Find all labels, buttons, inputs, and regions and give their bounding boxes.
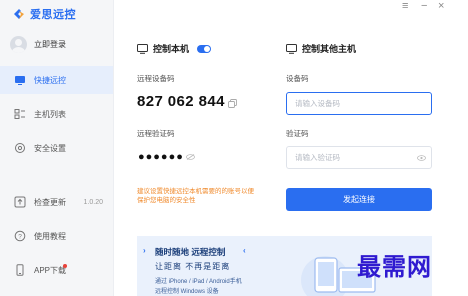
device-code-label: 远程设备码 [137,74,175,83]
sidebar-item-label: APP下载 [34,265,67,275]
watermark-text: 最需网 [357,252,432,281]
monitor-icon [286,43,297,54]
svg-text:?: ? [18,233,22,240]
list-icon [14,109,25,119]
control-local-header: 控制本机 [137,42,212,55]
banner-title: 随时随地 远程控制 [155,247,226,257]
sidebar-item-label: 主机列表 [34,109,66,119]
sidebar-item-label: 安全设置 [34,143,66,153]
help-icon: ? [14,230,26,242]
shield-settings-icon [15,143,25,153]
menu-button[interactable]: ≡ [402,0,408,12]
phone-icon [16,264,24,276]
close-button[interactable]: × [438,0,444,12]
security-hint: 建议设置快捷远控本机需要的的账号以便保护您电脑的安全性 [137,188,254,204]
sidebar-item-check-update[interactable]: 检查更新 1.0.20 [0,188,113,216]
sidebar-item-app-download[interactable]: APP下载 [0,256,113,284]
control-local-title: 控制本机 [153,44,190,54]
sidebar-item-label: 快捷远控 [34,75,66,85]
app-logo-icon [14,9,24,19]
device-code-value: 827 062 844 [137,93,225,110]
verify-code-label: 远程验证码 [137,129,175,138]
connect-button[interactable]: 发起连接 [286,188,432,211]
minimize-button[interactable]: − [421,0,427,12]
device-code-input[interactable] [286,92,432,115]
login-label: 立即登录 [34,40,66,49]
control-local-toggle[interactable] [197,44,212,53]
sidebar-item-label: 使用教程 [34,231,66,241]
sidebar-item-quick-remote[interactable]: 快捷远控 [0,66,113,94]
copy-icon[interactable] [228,99,237,108]
banner-line-2: 远程控制 Windows 设备 [155,289,219,295]
device-input-label: 设备码 [286,74,309,83]
sidebar-item-tutorial[interactable]: ? 使用教程 [0,222,113,250]
verify-code-value: ●●●●●● [138,151,184,163]
version-text: 1.0.20 [83,198,103,206]
avatar [10,36,27,53]
verify-code-input[interactable] [286,146,432,169]
chevron-right-icon: › [143,246,146,255]
chevron-left-icon: ‹ [243,246,246,255]
sidebar-item-host-list[interactable]: 主机列表 [0,100,113,128]
monitor-icon [15,76,25,85]
sidebar-item-label: 检查更新 [34,197,66,207]
app-window: 爱思远控 立即登录 快捷远控 主机列表 安全设置 检查更新 1.0.20 ? 使… [0,0,468,296]
control-other-title: 控制其他主机 [302,44,357,54]
sidebar-item-security[interactable]: 安全设置 [0,134,113,162]
verify-input-label: 验证码 [286,129,309,138]
banner-line-1: 通过 iPhone / iPad / Android手机 [155,279,242,285]
login-button[interactable]: 立即登录 [10,36,66,53]
sidebar: 爱思远控 立即登录 快捷远控 主机列表 安全设置 检查更新 1.0.20 ? 使… [0,0,114,296]
brand: 爱思远控 [12,6,76,22]
control-other-header: 控制其他主机 [286,42,356,55]
upload-icon [14,196,26,208]
eye-hidden-icon[interactable] [186,154,195,160]
monitor-icon [137,43,148,54]
eye-icon[interactable] [417,155,426,161]
banner-subtitle: 让距离 不再是距离 [155,262,231,271]
brand-name: 爱思远控 [30,9,76,21]
notification-dot [63,264,67,268]
